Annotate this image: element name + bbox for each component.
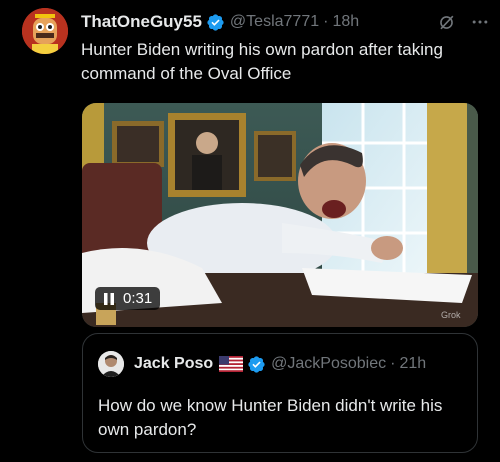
quoted-tweet-text: How do we know Hunter Biden didn't write… — [98, 396, 443, 439]
quoted-author-avatar-image — [98, 351, 124, 377]
author-name[interactable]: ThatOneGuy55 — [81, 12, 202, 32]
header-separator: · — [323, 13, 329, 30]
quoted-author-handle[interactable]: @JackPosobiec — [271, 355, 386, 373]
quoted-tweet[interactable]: Jack Poso @JackPosobiec · 21h How do we … — [82, 333, 478, 453]
verified-badge-icon — [248, 355, 265, 373]
pause-icon[interactable] — [103, 292, 115, 305]
author-avatar[interactable] — [22, 8, 68, 54]
quoted-header-separator: · — [390, 355, 396, 372]
quoted-author-name[interactable]: Jack Poso — [134, 355, 213, 373]
us-flag-icon — [219, 356, 244, 372]
tweet-header: ThatOneGuy55 @Tesla7771 · 18h — [81, 10, 490, 34]
quoted-tweet-header: Jack Poso @JackPosobiec · 21h — [134, 352, 426, 376]
tweet-text: Hunter Biden writing his own pardon afte… — [81, 40, 443, 83]
verified-badge-icon — [207, 13, 224, 31]
video-duration: 0:31 — [123, 290, 153, 307]
video-duration-pill[interactable]: 0:31 — [95, 287, 161, 310]
quoted-author-avatar[interactable] — [98, 351, 124, 377]
author-avatar-image — [22, 8, 68, 54]
quoted-tweet-timestamp[interactable]: 21h — [399, 355, 426, 373]
tweet-timestamp[interactable]: 18h — [332, 13, 359, 31]
author-handle[interactable]: @Tesla7771 — [230, 13, 319, 31]
video-watermark: Grok — [441, 310, 461, 320]
grok-icon[interactable] — [437, 13, 456, 32]
more-icon[interactable] — [470, 12, 490, 32]
